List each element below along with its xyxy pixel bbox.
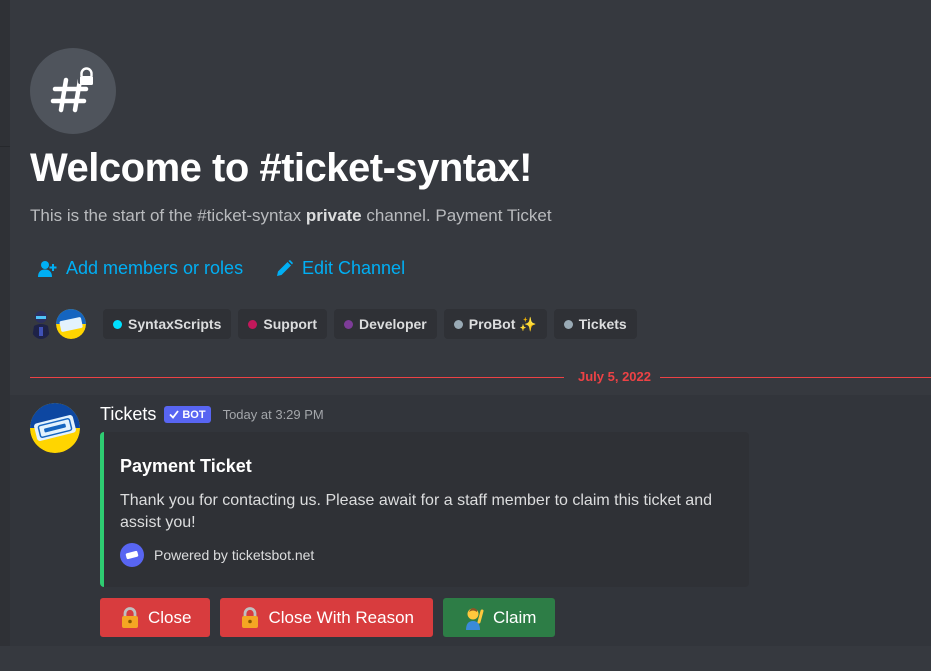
author-name[interactable]: Tickets bbox=[100, 404, 156, 425]
role-pill[interactable]: SyntaxScripts bbox=[103, 309, 232, 339]
bot-tag-label: BOT bbox=[182, 408, 206, 421]
chat-bottom-area bbox=[0, 646, 931, 671]
role-color-dot bbox=[453, 319, 463, 329]
divider-line bbox=[660, 377, 931, 378]
add-members-link[interactable]: Add members or roles bbox=[38, 258, 243, 279]
user-avatar[interactable] bbox=[30, 309, 52, 339]
embed-title: Payment Ticket bbox=[120, 456, 252, 476]
person-raising-hand-icon bbox=[463, 606, 485, 630]
role-pill[interactable]: Tickets bbox=[553, 309, 637, 339]
close-button[interactable]: Close bbox=[100, 598, 211, 637]
message-timestamp: Today at 3:29 PM bbox=[222, 407, 324, 422]
tickets-bot-avatar[interactable] bbox=[30, 403, 80, 453]
message-header: Tickets BOT Today at 3:29 PM bbox=[100, 404, 324, 425]
role-name: SyntaxScripts bbox=[128, 316, 222, 332]
role-color-dot bbox=[563, 319, 573, 329]
hashtag-lock-icon bbox=[30, 48, 116, 134]
ticketsbot-icon bbox=[120, 543, 144, 567]
description-prefix: This is the start of the #ticket-syntax bbox=[30, 206, 306, 225]
date-divider: July 5, 2022 bbox=[30, 369, 931, 384]
role-color-dot bbox=[113, 319, 122, 329]
close-button-label: Close bbox=[148, 607, 192, 627]
description-suffix: channel. Payment Ticket bbox=[361, 206, 552, 225]
add-user-icon bbox=[38, 260, 57, 277]
edit-channel-link[interactable]: Edit Channel bbox=[276, 258, 405, 279]
role-list: SyntaxScripts Support Developer ProBot ✨… bbox=[103, 309, 637, 339]
lock-icon bbox=[120, 606, 140, 629]
role-color-dot bbox=[248, 319, 258, 329]
description-private-word: private bbox=[305, 206, 362, 225]
verified-check-icon bbox=[169, 410, 180, 419]
role-name: Support bbox=[263, 316, 318, 332]
divider-date: July 5, 2022 bbox=[578, 369, 651, 384]
embed-footer-text: Powered by ticketsbot.net bbox=[154, 547, 315, 563]
sidebar-divider bbox=[0, 146, 10, 147]
role-pill[interactable]: Developer bbox=[334, 309, 437, 339]
bot-tag: BOT bbox=[164, 406, 211, 423]
channel-welcome-title: Welcome to #ticket-syntax! bbox=[30, 146, 532, 190]
role-pill[interactable]: ProBot ✨ bbox=[443, 309, 547, 339]
embed-footer: Powered by ticketsbot.net bbox=[120, 543, 314, 567]
claim-button-label: Claim bbox=[492, 607, 537, 627]
embed-description: Thank you for contacting us. Please awai… bbox=[120, 492, 712, 531]
role-color-dot bbox=[344, 319, 354, 329]
edit-channel-label: Edit Channel bbox=[302, 258, 406, 278]
role-name: Tickets bbox=[578, 316, 627, 332]
close-with-reason-button-label: Close With Reason bbox=[268, 607, 414, 627]
lock-icon bbox=[240, 606, 260, 629]
server-sidebar-edge bbox=[0, 0, 10, 671]
add-members-label: Add members or roles bbox=[66, 258, 244, 278]
message-embed: Payment Ticket Thank you for contacting … bbox=[100, 432, 749, 587]
channel-welcome-description: This is the start of the #ticket-syntax … bbox=[30, 206, 552, 226]
pencil-icon bbox=[277, 260, 293, 276]
tickets-bot-avatar-small[interactable] bbox=[56, 309, 86, 339]
close-with-reason-button[interactable]: Close With Reason bbox=[220, 598, 433, 637]
role-pill[interactable]: Support bbox=[238, 309, 328, 339]
role-name: ProBot ✨ bbox=[468, 315, 537, 332]
claim-button[interactable]: Claim bbox=[442, 598, 556, 637]
role-name: Developer bbox=[359, 316, 427, 332]
member-avatars bbox=[30, 309, 86, 339]
divider-line bbox=[30, 377, 564, 378]
message-buttons: Close Close With Reason Claim bbox=[100, 598, 556, 637]
